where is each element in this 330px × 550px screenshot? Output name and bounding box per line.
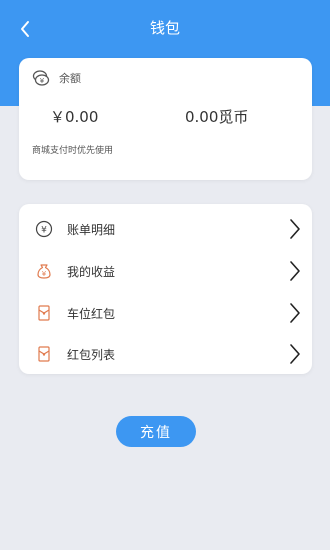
red-envelope-icon	[35, 345, 53, 363]
menu-card: ¥ 账单明细 ¥ 我的收益 车位红包 红包列表	[19, 204, 312, 374]
menu-item-my-earnings[interactable]: ¥ 我的收益	[19, 250, 312, 292]
menu-item-bill-details[interactable]: ¥ 账单明细	[19, 208, 312, 250]
yuan-coin-icon: ¥	[35, 220, 53, 238]
chevron-right-icon	[290, 261, 300, 281]
menu-item-parking-red-packet[interactable]: 车位红包	[19, 292, 312, 334]
balance-yuan-value: ￥0.00	[50, 108, 99, 126]
svg-text:¥: ¥	[42, 270, 47, 278]
balance-header: ¥ 余额	[32, 70, 81, 86]
page-title: 钱包	[149, 19, 180, 37]
svg-text:¥: ¥	[40, 77, 45, 85]
red-envelope-icon	[35, 304, 53, 322]
menu-item-red-packet-list[interactable]: 红包列表	[19, 333, 312, 375]
balance-card: ¥ 余额 ￥0.00 0.00觅币 商城支付时优先使用	[19, 58, 312, 180]
menu-item-label: 我的收益	[67, 265, 116, 279]
menu-item-label: 账单明细	[67, 223, 116, 237]
balance-coin-value: 0.00觅币	[185, 108, 249, 126]
svg-text:¥: ¥	[41, 226, 47, 236]
chevron-right-icon	[290, 344, 300, 364]
menu-item-label: 红包列表	[67, 348, 116, 362]
chevron-right-icon	[290, 303, 300, 323]
balance-label: 余额	[59, 72, 81, 85]
recharge-button[interactable]: 充值	[116, 416, 196, 447]
menu-item-label: 车位红包	[67, 307, 116, 321]
coins-icon: ¥	[32, 70, 50, 86]
balance-note: 商城支付时优先使用	[32, 146, 114, 156]
money-bag-icon: ¥	[35, 262, 53, 280]
chevron-right-icon	[290, 219, 300, 239]
